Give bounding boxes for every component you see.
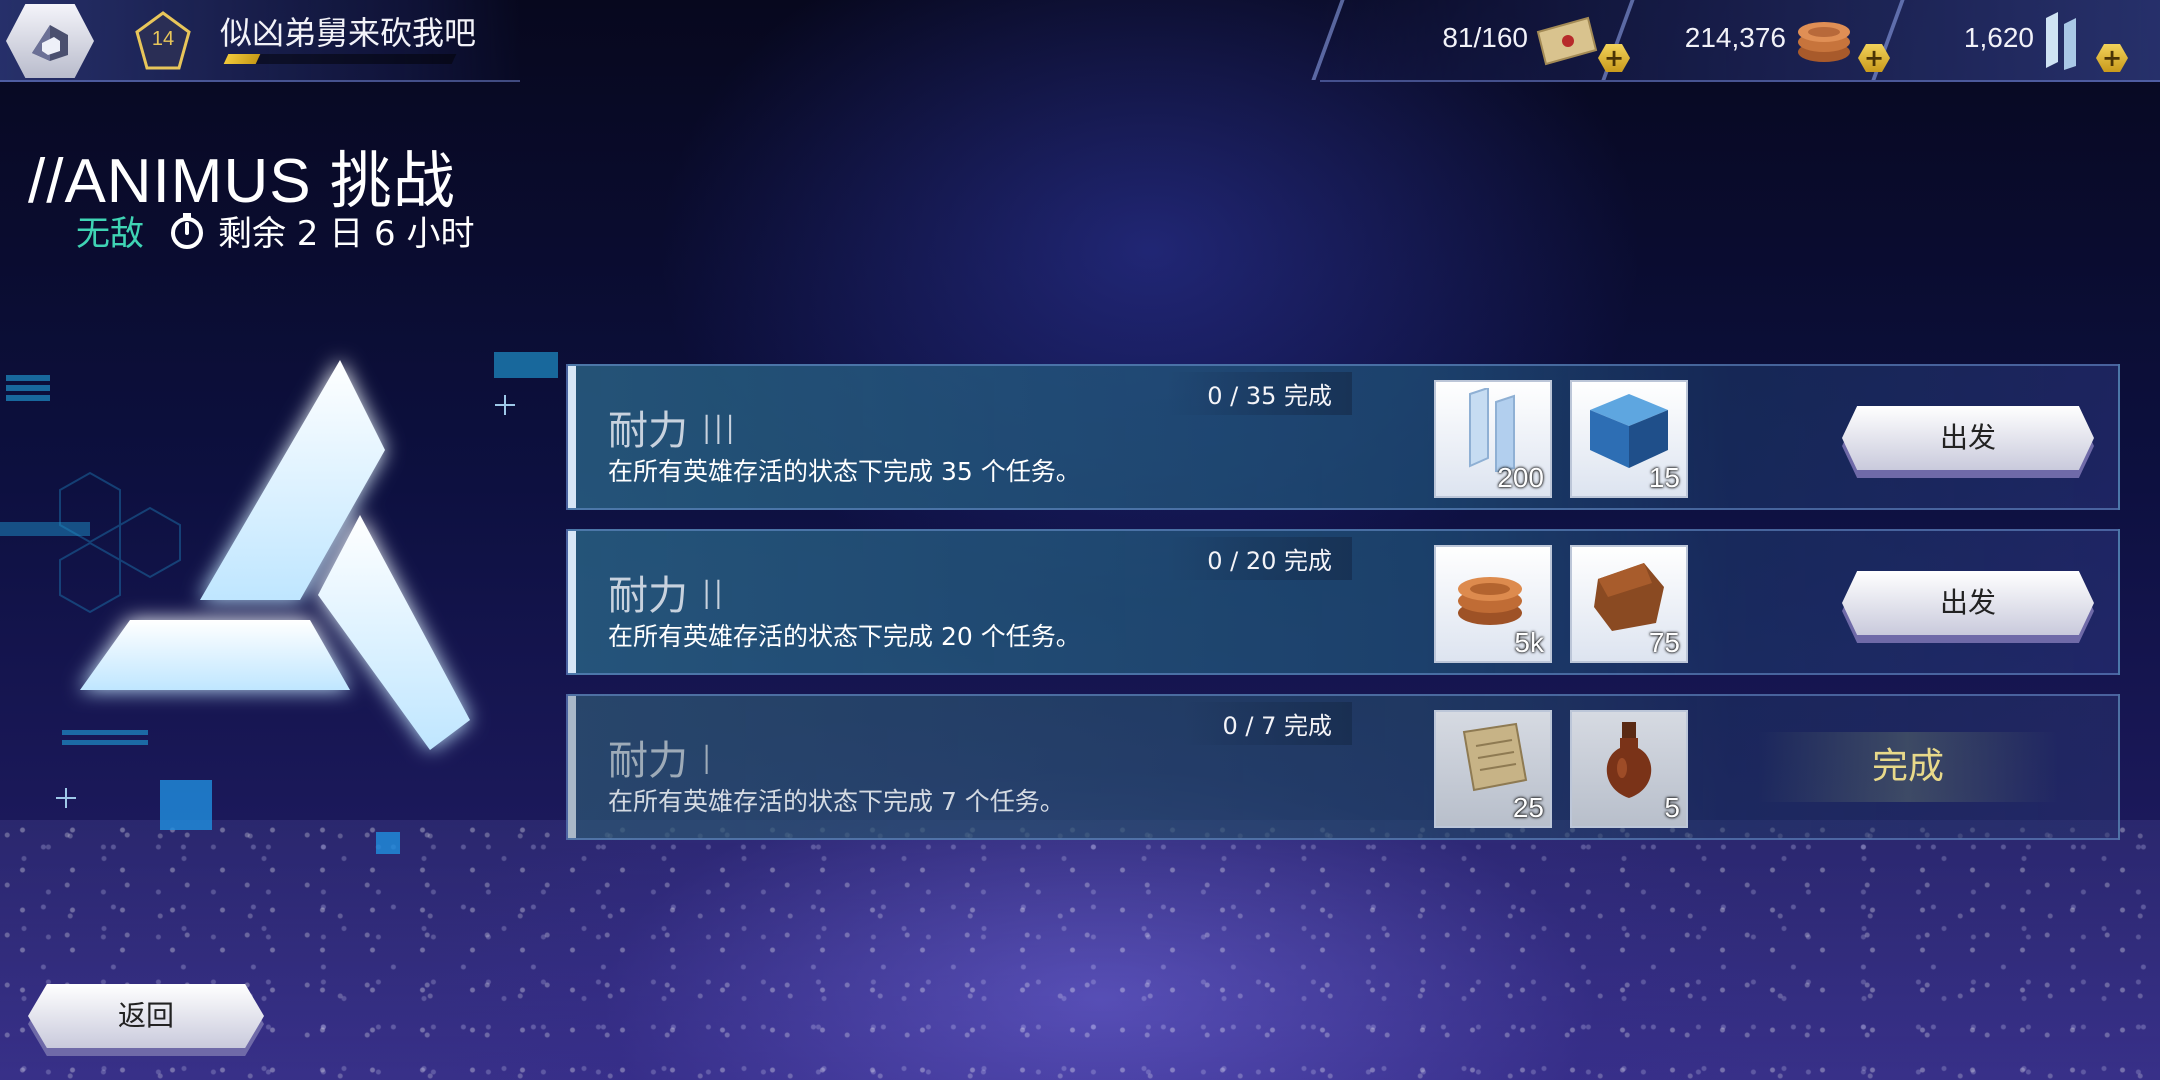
start-challenge-button[interactable]: 出发 [1842, 406, 2094, 470]
home-icon [32, 25, 68, 61]
coins-icon [1798, 22, 1850, 62]
home-button[interactable] [6, 4, 94, 78]
reward-item[interactable]: 5 [1570, 710, 1688, 828]
crystal-icon [1469, 388, 1515, 472]
scroll-icon [1462, 722, 1528, 792]
reward-quantity: 5 [1664, 792, 1680, 823]
challenge-row: 0 / 20 完成 耐力 II 在所有英雄存活的状态下完成 20 个任务。 5k… [566, 529, 2120, 675]
xp-bar [223, 54, 457, 64]
back-button[interactable]: 返回 [28, 984, 264, 1048]
reward-quantity: 15 [1648, 462, 1680, 493]
xp-fill [223, 54, 261, 64]
reward-quantity: 5k [1514, 627, 1544, 658]
challenge-name: 耐力 III [608, 408, 737, 454]
challenge-status: 无敌 [76, 214, 144, 254]
challenge-name: 耐力 I [608, 738, 713, 784]
cube-icon [1590, 394, 1668, 468]
player-level: 14 [151, 28, 175, 50]
currency-value: 1,620 [1963, 22, 2034, 53]
challenge-row: 0 / 7 完成 耐力 I 在所有英雄存活的状态下完成 7 个任务。 25 5 … [566, 694, 2120, 840]
row-accent [568, 531, 576, 673]
player-panel: 14 似凶弟舅来砍我吧 [0, 0, 520, 82]
add-crystals-button[interactable]: + [2096, 44, 2128, 72]
status-row: 无敌 剩余 2 日 6 小时 [76, 206, 475, 255]
challenge-name: 耐力 II [608, 573, 725, 619]
row-accent [568, 366, 576, 508]
divider [1311, 0, 1345, 80]
level-badge: 14 [134, 10, 192, 72]
currency-letters: 81/160 + [1380, 0, 1640, 80]
reward-item[interactable]: 5k [1434, 545, 1552, 663]
crystal-icon [2046, 12, 2076, 70]
challenge-progress: 0 / 35 完成 [1167, 372, 1352, 415]
challenge-description: 在所有英雄存活的状态下完成 35 个任务。 [608, 457, 1081, 486]
letter-icon [1536, 16, 1598, 66]
reward-quantity: 200 [1497, 462, 1544, 493]
currency-crystals: 1,620 + [1890, 0, 2160, 80]
timer-icon [171, 212, 203, 249]
potion-icon [1606, 722, 1652, 798]
add-coins-button[interactable]: + [1858, 44, 1890, 72]
currency-value: 81/160 [1442, 22, 1528, 53]
top-bar: 14 似凶弟舅来砍我吧 81/160 + 214,376 + 1,620 + [0, 0, 2160, 82]
challenge-progress: 0 / 20 完成 [1167, 537, 1352, 580]
reward-item[interactable]: 15 [1570, 380, 1688, 498]
coins-icon [1458, 577, 1522, 625]
reward-item[interactable]: 25 [1434, 710, 1552, 828]
reward-quantity: 75 [1648, 627, 1680, 658]
animus-logo-icon [0, 352, 558, 854]
reward-item[interactable]: 200 [1434, 380, 1552, 498]
player-name: 似凶弟舅来砍我吧 [220, 14, 477, 52]
reward-item[interactable]: 75 [1570, 545, 1688, 663]
completed-label: 完成 [1758, 732, 2058, 802]
time-remaining: 剩余 2 日 6 小时 [218, 214, 475, 254]
currency-panel: 81/160 + 214,376 + 1,620 + [1311, 0, 2160, 82]
challenge-description: 在所有英雄存活的状态下完成 7 个任务。 [608, 787, 1065, 816]
start-challenge-button[interactable]: 出发 [1842, 571, 2094, 635]
currency-coins: 214,376 + [1620, 0, 1900, 80]
challenge-progress: 0 / 7 完成 [1182, 702, 1352, 745]
currency-value: 214,376 [1684, 22, 1786, 53]
challenge-row: 0 / 35 完成 耐力 III 在所有英雄存活的状态下完成 35 个任务。 2… [566, 364, 2120, 510]
challenge-description: 在所有英雄存活的状态下完成 20 个任务。 [608, 622, 1081, 651]
reward-quantity: 25 [1512, 792, 1544, 823]
row-accent [568, 696, 576, 838]
leather-icon [1594, 563, 1664, 631]
